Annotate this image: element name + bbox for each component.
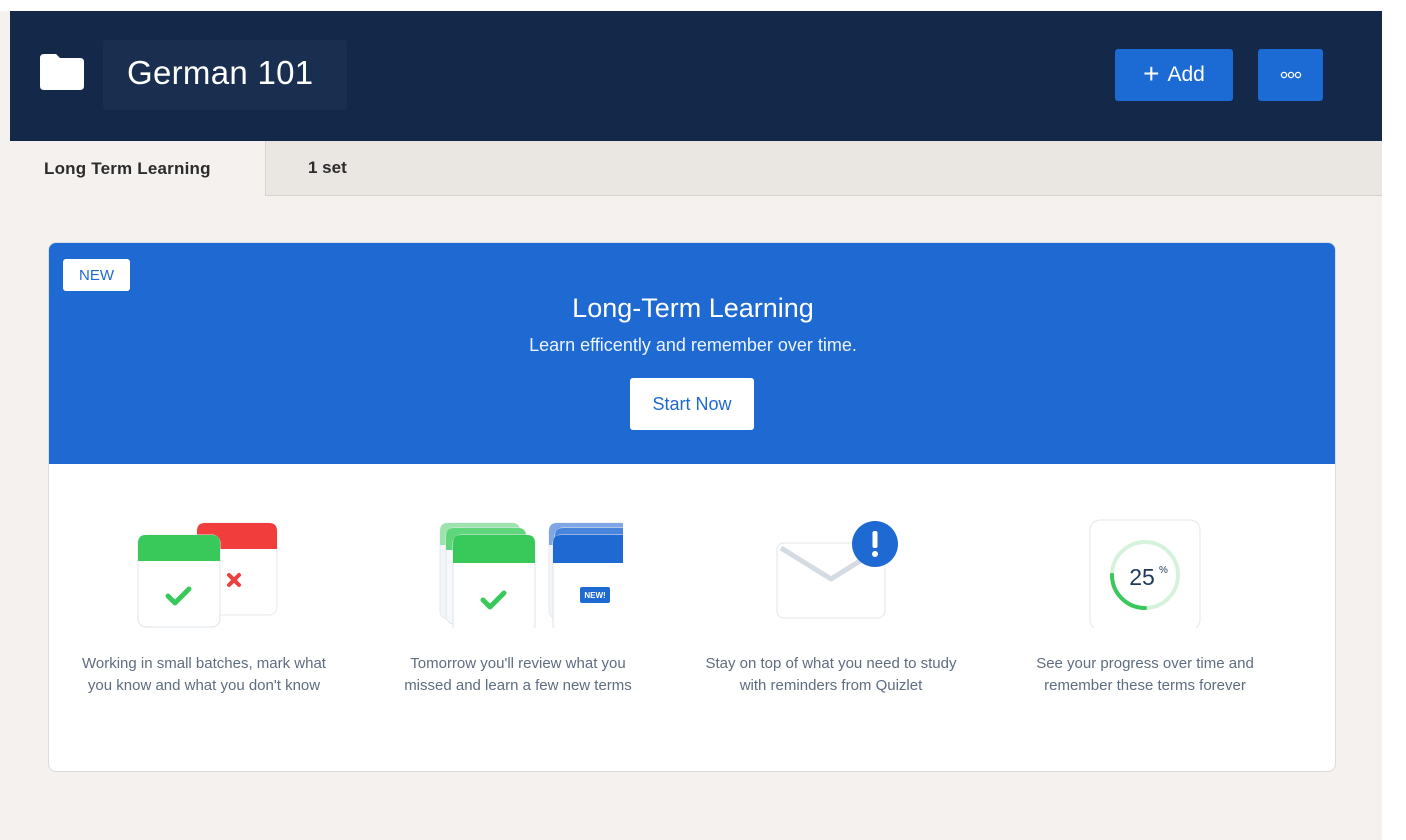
feature-tomorrow-review: NEW! Tomorrow you'll review what you mis…: [388, 513, 648, 694]
promo-title: Long-Term Learning: [572, 293, 814, 323]
feature-text: Working in small batches, mark what you …: [82, 655, 326, 694]
more-options-button[interactable]: [1258, 49, 1323, 101]
plus-icon: +: [1143, 57, 1160, 89]
svg-text:25: 25: [1129, 564, 1155, 590]
tab-sets-count[interactable]: 1 set: [308, 141, 347, 195]
add-button[interactable]: + Add: [1115, 49, 1233, 101]
feature-progress: 25 % See your progress over time and rem…: [1015, 513, 1275, 694]
feature-small-batches: Working in small batches, mark what you …: [74, 513, 334, 694]
progress-unit: %: [1159, 565, 1168, 576]
folder-icon: [40, 54, 84, 90]
new-card-badge: NEW!: [584, 591, 605, 600]
add-button-label: Add: [1167, 63, 1205, 86]
promo-subtitle: Learn efficently and remember over time.: [529, 335, 857, 355]
start-now-button[interactable]: Start Now: [630, 378, 754, 430]
folder-header: German 101 + Add: [10, 11, 1382, 141]
right-strip: [1382, 0, 1406, 840]
feature-text: Tomorrow you'll review what you missed a…: [404, 655, 632, 694]
feature-text: Stay on top of what you need to study wi…: [705, 655, 957, 694]
left-strip: [0, 11, 10, 840]
feature-text: See your progress over time and remember…: [1036, 655, 1254, 694]
folder-title-box[interactable]: German 101: [103, 40, 347, 110]
tab-bar: Long Term Learning 1 set: [10, 141, 1382, 196]
more-dots-icon: [1280, 71, 1301, 79]
promo-banner: NEW Long-Term Learning Learn efficently …: [49, 243, 1335, 464]
feature-reminders: Stay on top of what you need to study wi…: [701, 513, 961, 694]
tab-long-term-learning[interactable]: Long Term Learning: [10, 141, 266, 196]
top-strip: [0, 0, 1406, 11]
envelope-alert-icon: [776, 521, 898, 619]
progress-ring-icon: 25 %: [1089, 519, 1201, 628]
flashcards-check-x-icon: [137, 522, 278, 628]
page-title: German 101: [127, 54, 314, 91]
stacked-cards-icon: NEW!: [439, 522, 623, 628]
new-badge: NEW: [63, 259, 130, 291]
long-term-learning-card: NEW Long-Term Learning Learn efficently …: [48, 242, 1336, 772]
progress-value: 25: [1129, 564, 1155, 590]
